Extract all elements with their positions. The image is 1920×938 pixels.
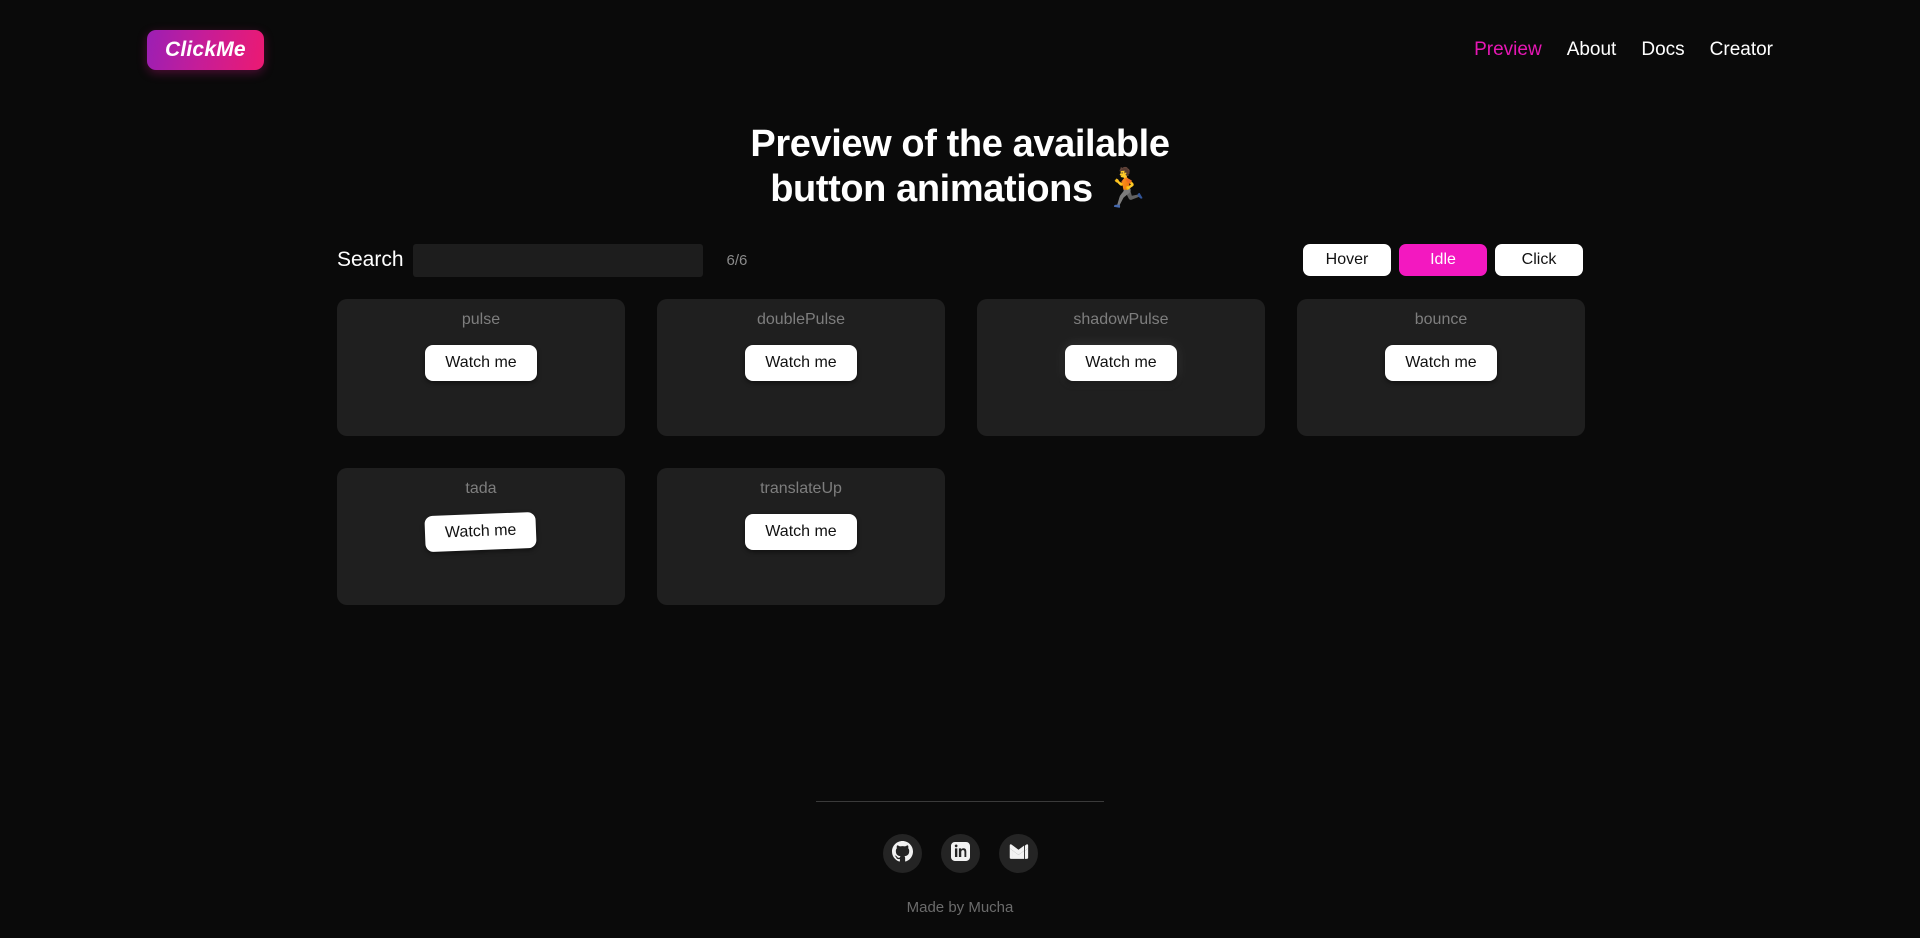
animation-card-shadowpulse[interactable]: shadowPulse Watch me (977, 298, 1265, 436)
nav-link-creator[interactable]: Creator (1710, 39, 1773, 61)
app-root: ClickMe Preview About Docs Creator Previ… (0, 0, 1920, 938)
social-link-gmail[interactable] (998, 834, 1038, 873)
social-link-linkedin[interactable] (940, 834, 980, 873)
main-content: Preview of the available button animatio… (0, 100, 1920, 801)
footer-divider (816, 801, 1104, 802)
gmail-icon (1008, 841, 1029, 867)
mode-button-hover[interactable]: Hover (1303, 244, 1391, 277)
watch-me-button[interactable]: Watch me (1385, 344, 1497, 381)
made-by-text: Made by Mucha (906, 899, 1014, 916)
card-label: doublePulse (756, 310, 846, 328)
controls-row: Search 6/6 Hover Idle Click (337, 243, 1583, 277)
card-label: tada (465, 479, 497, 497)
animation-card-bounce[interactable]: bounce Watch me (1297, 298, 1585, 436)
mode-toggle-group: Hover Idle Click (1303, 244, 1583, 277)
page-title: Preview of the available button animatio… (750, 122, 1170, 212)
mode-button-idle[interactable]: Idle (1399, 244, 1487, 277)
card-label: translateUp (760, 479, 842, 497)
site-footer: Made by Mucha (0, 801, 1920, 938)
github-icon (891, 840, 913, 867)
page-title-line-1: Preview of the available (750, 123, 1170, 165)
site-header: ClickMe Preview About Docs Creator (0, 0, 1920, 100)
linkedin-icon (950, 841, 970, 866)
watch-me-button[interactable]: Watch me (745, 344, 857, 381)
watch-me-button[interactable]: Watch me (1065, 344, 1177, 381)
animation-card-doublepulse[interactable]: doublePulse Watch me (657, 298, 945, 436)
main-nav: Preview About Docs Creator (1474, 39, 1773, 61)
nav-link-preview[interactable]: Preview (1474, 39, 1542, 61)
search-group: Search 6/6 (337, 243, 748, 277)
social-links (882, 834, 1038, 873)
animation-card-tada[interactable]: tada Watch me (337, 467, 625, 605)
animation-card-translateup[interactable]: translateUp Watch me (657, 467, 945, 605)
card-label: shadowPulse (1073, 310, 1169, 328)
results-count: 6/6 (726, 251, 748, 269)
card-label: pulse (461, 310, 501, 328)
page-title-line-2: button animations 🏃 (770, 167, 1150, 210)
watch-me-button[interactable]: Watch me (425, 344, 537, 381)
watch-me-button[interactable]: Watch me (424, 511, 538, 552)
search-input[interactable] (412, 243, 703, 277)
card-label: bounce (1414, 310, 1468, 328)
animation-card-pulse[interactable]: pulse Watch me (337, 298, 625, 436)
watch-me-button[interactable]: Watch me (745, 513, 857, 550)
social-link-github[interactable] (882, 834, 922, 873)
nav-link-docs[interactable]: Docs (1641, 39, 1684, 61)
logo-clickme[interactable]: ClickMe (147, 30, 264, 70)
nav-link-about[interactable]: About (1567, 39, 1617, 61)
mode-button-click[interactable]: Click (1495, 244, 1583, 277)
search-label: Search (337, 248, 404, 272)
animation-card-grid: pulse Watch me doublePulse Watch me shad… (337, 298, 1585, 605)
